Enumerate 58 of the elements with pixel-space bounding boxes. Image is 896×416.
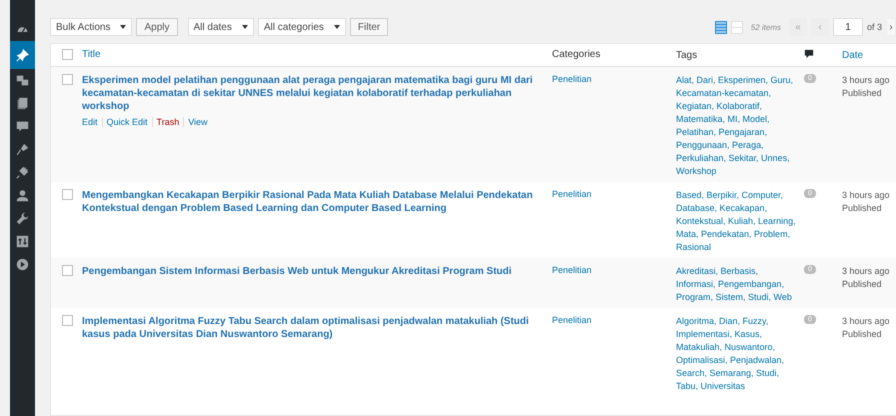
items-count: 52 items xyxy=(750,22,781,32)
post-title-link[interactable]: Mengembangkan Kecakapan Berpikir Rasional Pada Mata Kuliah Database Melalui Pendekatan Kontekstual dengan Problem Based Learning dan Computer Based Learning xyxy=(82,189,544,215)
category-link[interactable]: Penelitian xyxy=(552,265,592,275)
caret-icon xyxy=(334,25,340,29)
post-title-link[interactable]: Implementasi Algoritma Fuzzy Tabu Search dalam optimalisasi penjadwalan matakuliah (Studi kasus pada Universitas Dian Nuswantoro Semarang) xyxy=(82,315,544,341)
wrench-icon xyxy=(16,212,29,225)
caret-icon xyxy=(242,25,248,29)
tags-list: Akreditasi, Berbasis, Informasi, Pengembangan, Program, Sistem, Studi, Web xyxy=(676,266,792,302)
category-filter-dropdown[interactable]: All categories xyxy=(258,18,346,36)
next-page-button[interactable]: › xyxy=(886,18,896,36)
post-title-link[interactable]: Pengembangan Sistem Informasi Berbasis Web untuk Mengukur Akreditasi Program Studi xyxy=(82,265,544,278)
row-checkbox[interactable] xyxy=(62,189,73,200)
tags-column-header: Tags xyxy=(676,50,698,61)
media-icon xyxy=(16,74,29,87)
page-number-field[interactable]: 1 xyxy=(832,18,863,36)
row-checkbox[interactable] xyxy=(62,74,73,85)
filter-button[interactable]: Filter xyxy=(350,18,388,36)
trash-link[interactable]: Trash xyxy=(152,117,180,127)
categories-column-header: Categories xyxy=(552,49,600,60)
post-date: 3 hours ago xyxy=(842,189,890,202)
sidebar-item[interactable] xyxy=(10,41,35,69)
comments-icon xyxy=(16,120,29,133)
post-status: Published xyxy=(842,87,883,100)
title-column-header[interactable]: Title xyxy=(82,49,101,60)
row-checkbox[interactable] xyxy=(62,315,73,326)
play-icon xyxy=(16,258,29,271)
select-all-checkbox[interactable] xyxy=(62,49,73,60)
category-link[interactable]: Penelitian xyxy=(552,315,592,325)
date-column-header[interactable]: Date xyxy=(842,49,864,62)
plug-icon xyxy=(16,166,29,179)
post-title-link[interactable]: Eksperimen model pelatihan penggunaan alat peraga pengajaran matematika bagi guru MI dari kecamatan-kecamatan di sekitar UNNES melalui kegiatan kolaboratif terhadap perkuliahan workshop xyxy=(82,74,544,113)
pages-icon xyxy=(16,97,29,110)
row-checkbox[interactable] xyxy=(62,265,73,276)
tags-list: Based, Berpikir, Computer, Database, Kecakapan, Kontekstual, Kuliah, Learning, Mata, Pendekatan, Problem, Rasional xyxy=(676,190,796,252)
post-status: Published xyxy=(842,278,883,291)
post-date: 3 hours ago xyxy=(842,74,890,87)
list-view-icon[interactable] xyxy=(714,20,727,34)
tags-list: Algoritma, Dian, Fuzzy, Implementasi, Kasus, Matakuliah, Nuswantoro, Optimalisasi, Penjadwalan, Search, Semarang, Studi, Tabu, Universitas xyxy=(676,316,784,391)
date-filter-dropdown[interactable]: All dates xyxy=(188,18,254,36)
user-icon xyxy=(16,189,29,202)
row-action-link[interactable]: View xyxy=(183,117,208,127)
comment-icon xyxy=(804,49,814,59)
post-date: 3 hours ago xyxy=(842,265,890,278)
row-action-link[interactable]: Quick Edit xyxy=(102,117,148,127)
row-action-link[interactable]: Edit xyxy=(82,117,98,127)
brush-icon xyxy=(16,143,29,156)
category-link[interactable]: Penelitian xyxy=(552,74,592,84)
settings-icon xyxy=(16,235,29,248)
page-total: of 3 xyxy=(866,22,882,32)
bulk-actions-dropdown[interactable]: Bulk Actions xyxy=(50,18,132,36)
post-status: Published xyxy=(842,202,883,215)
caret-icon xyxy=(120,25,126,29)
category-link[interactable]: Penelitian xyxy=(552,189,592,199)
post-date: 3 hours ago xyxy=(842,315,890,328)
pin-icon xyxy=(16,48,29,62)
post-status: Published xyxy=(842,328,883,341)
tags-list: Alat, Dari, Eksperimen, Guru, Kecamatan-kecamatan, Kegiatan, Kolaboratif, Matematika, MI, Model, Pelatihan, Pengajaran, Penggunaan, Peraga, Perkuliahan, Sekitar, Unnes, Workshop xyxy=(676,75,794,176)
apply-button[interactable]: Apply xyxy=(136,18,178,36)
